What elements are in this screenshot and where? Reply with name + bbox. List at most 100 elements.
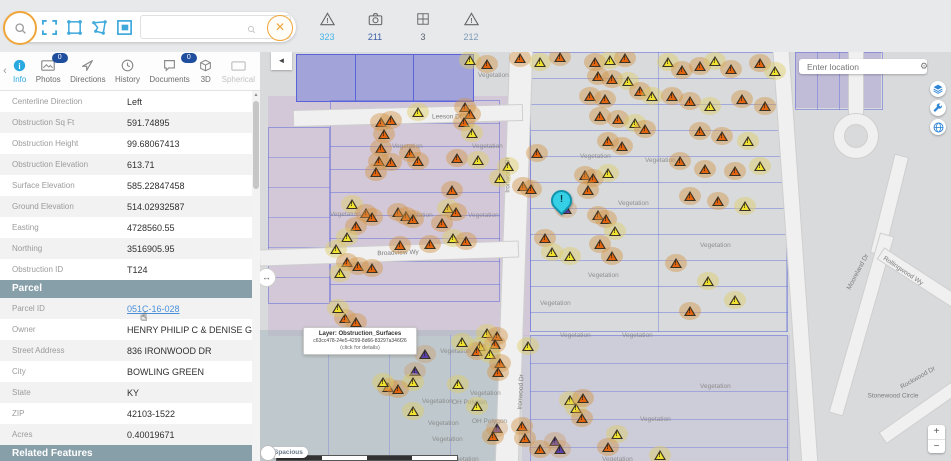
exclamation-glyph: ! (586, 188, 589, 194)
exclamation-glyph: ! (688, 309, 691, 315)
warning-triangle-icon: ! (319, 12, 335, 30)
svg-text:i: i (19, 61, 21, 70)
tab-directions[interactable]: Directions (69, 57, 107, 86)
svg-text:!: ! (470, 18, 472, 25)
exclamation-glyph: ! (455, 156, 458, 162)
selection-toolbar: ✕ (3, 11, 296, 45)
basemap-button[interactable] (930, 119, 946, 135)
scrollbar-thumb[interactable] (253, 101, 259, 189)
zoom-out-button[interactable]: − (928, 440, 945, 454)
exclamation-glyph: ! (580, 416, 583, 422)
field-label: Northing (12, 244, 43, 253)
stat-warning-triangle-0[interactable]: ! 323 (312, 12, 342, 42)
parcel-grid (268, 127, 330, 304)
map-search-box: ⚙ (799, 59, 928, 74)
field-value: 836 IRONWOOD DR (127, 345, 212, 356)
gear-icon[interactable]: ⚙ (920, 61, 928, 72)
clear-search-button[interactable]: ✕ (267, 15, 293, 41)
search-icon[interactable] (3, 11, 37, 45)
exclamation-glyph: ! (716, 199, 719, 205)
globe-icon (933, 122, 943, 132)
basemap-style-pill[interactable]: Spacious (260, 445, 308, 461)
area-label-vegetation: Vegetation (422, 398, 453, 405)
exclamation-glyph: ! (616, 117, 619, 123)
zoom-in-button[interactable]: + (928, 425, 945, 440)
exclamation-glyph: ! (688, 194, 691, 200)
attribute-row: Parcel ID 051C-16-028 (0, 298, 260, 319)
tab-3d[interactable]: 3D (198, 57, 213, 86)
tab-label: Documents (149, 74, 190, 84)
area-label-vegetation: Vegetation (468, 212, 499, 219)
scroll-up-icon[interactable]: ▲ (252, 91, 260, 99)
spherical-icon (222, 59, 255, 73)
rectangle-select-icon[interactable] (65, 18, 84, 37)
field-label: Parcel ID (12, 304, 45, 313)
tab-info[interactable]: i Info (12, 57, 27, 86)
area-label-vegetation: Vegetation (700, 383, 731, 390)
chevron-left-icon[interactable]: ‹ (0, 65, 10, 77)
exclamation-glyph: ! (423, 352, 426, 358)
map-location-input[interactable] (805, 60, 920, 73)
exclamation-glyph: ! (588, 94, 591, 100)
tab-documents[interactable]: Documents 0 (148, 52, 197, 86)
exclamation-glyph: ! (450, 188, 453, 194)
exclamation-glyph: ! (374, 170, 377, 176)
feature-tooltip[interactable]: Layer: Obstruction_Surfaces c63cc478-24e… (303, 327, 417, 355)
area-label-vegetation: Vegetation (622, 332, 653, 339)
exclamation-glyph: ! (593, 60, 596, 66)
exclamation-glyph: ! (411, 380, 414, 386)
area-label-vegetation: Vegetation (540, 300, 571, 307)
exclamation-glyph: ! (470, 131, 473, 137)
field-value: 591.74895 (127, 117, 170, 128)
layers-button[interactable] (930, 81, 946, 97)
exclamation-glyph: ! (370, 215, 373, 221)
exclamation-glyph: ! (389, 160, 392, 166)
field-value-link[interactable]: 051C-16-028 (127, 304, 180, 314)
tab-history[interactable]: History (114, 57, 141, 86)
exclamation-glyph: ! (468, 58, 471, 64)
lasso-select-icon[interactable] (115, 18, 134, 37)
exclamation-glyph: ! (596, 74, 599, 80)
exclamation-glyph: ! (658, 453, 661, 459)
zoom-controls: + − (928, 425, 945, 453)
tab-spherical: Spherical (221, 57, 256, 86)
map-canvas[interactable]: Leeson Dr Ironwood Dr Ironwood Dr Broadview… (260, 52, 951, 461)
exclamation-glyph: ! (538, 447, 541, 453)
exclamation-glyph: ! (464, 239, 467, 245)
tab-label: Info (13, 74, 27, 84)
exclamation-glyph: ! (703, 167, 706, 173)
exclamation-glyph: ! (688, 99, 691, 105)
street-culdesac-loop (834, 114, 878, 158)
exclamation-glyph: ! (680, 68, 683, 74)
tab-photos[interactable]: Photos 0 (35, 52, 68, 86)
tab-label: 3D (200, 74, 211, 84)
exclamation-glyph: ! (356, 264, 359, 270)
stat-camera-1[interactable]: 211 (360, 12, 390, 42)
stat-grid-2[interactable]: 3 (408, 12, 438, 42)
exclamation-glyph: ! (758, 164, 761, 170)
top-toolbar: ✕ ! 323 211 3! 212 (0, 0, 951, 52)
field-value: 613.71 (127, 159, 155, 170)
exclamation-glyph: ! (440, 221, 443, 227)
exclamation-glyph: ! (626, 79, 629, 85)
cube-icon (199, 59, 212, 73)
attribute-list: Centerline Direction Left Obstruction Sq F… (0, 91, 260, 461)
tools-button[interactable] (930, 100, 946, 116)
stat-count: 212 (463, 32, 479, 42)
field-label: ZIP (12, 409, 25, 418)
exclamation-glyph: ! (733, 169, 736, 175)
selected-parcel-block[interactable] (296, 54, 474, 102)
tooltip-hint: (click for details) (340, 345, 380, 351)
stat-warning-triangle-3[interactable]: ! 212 (456, 12, 486, 42)
exclamation-glyph: ! (350, 202, 353, 208)
tab-label: History (115, 74, 140, 84)
sidebar-scrollbar[interactable]: ▲ (252, 91, 260, 461)
extent-select-icon[interactable] (40, 18, 59, 37)
collapse-panel-button[interactable]: ◄ (271, 52, 292, 70)
exclamation-glyph: ! (354, 224, 357, 230)
field-label: Ground Elevation (12, 202, 74, 211)
field-value: 99.68067413 (127, 138, 180, 149)
exclamation-glyph: ! (666, 60, 669, 66)
field-label: City (12, 367, 26, 376)
polygon-select-icon[interactable] (90, 18, 109, 37)
